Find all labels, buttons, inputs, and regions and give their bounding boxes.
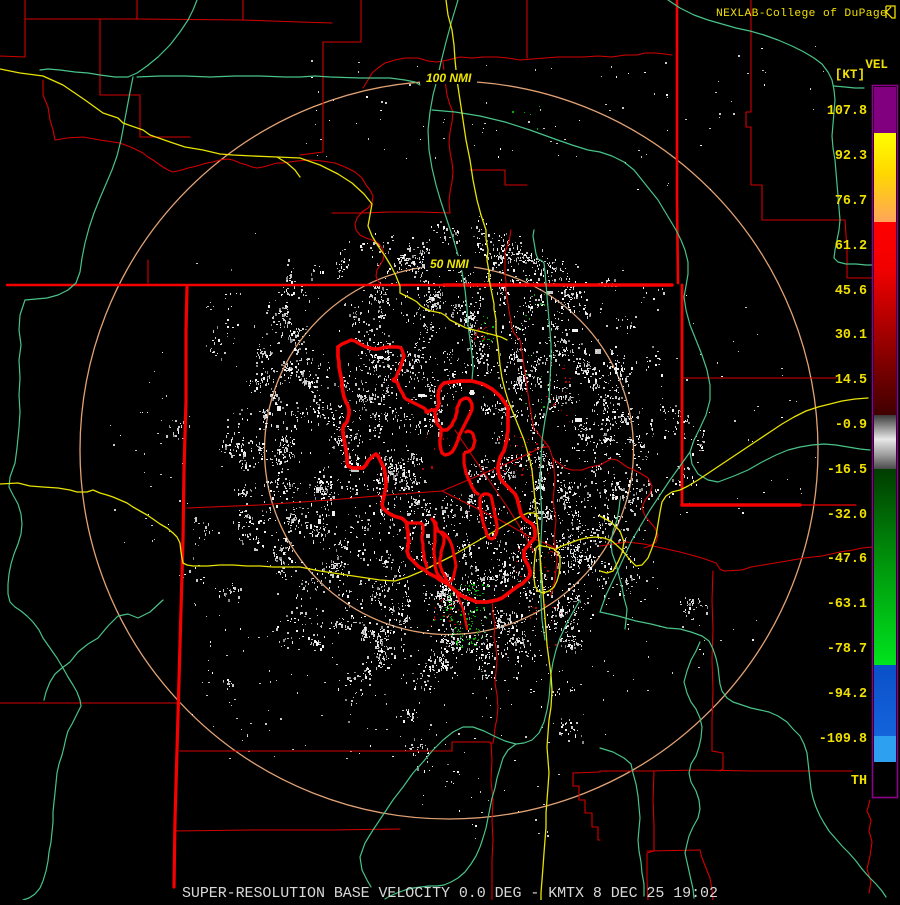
svg-text:-109.8: -109.8 xyxy=(819,732,867,747)
svg-text:-16.5: -16.5 xyxy=(827,463,867,478)
svg-text:-63.1: -63.1 xyxy=(827,597,867,612)
svg-text:-47.6: -47.6 xyxy=(827,552,867,567)
svg-text:SUPER-RESOLUTION BASE VELOCITY: SUPER-RESOLUTION BASE VELOCITY 0.0 DEG -… xyxy=(182,885,718,900)
svg-text:45.6: 45.6 xyxy=(835,284,867,299)
svg-text:14.5: 14.5 xyxy=(835,373,867,388)
svg-text:[KT]: [KT] xyxy=(835,68,865,82)
svg-text:VEL: VEL xyxy=(865,58,888,72)
svg-text:50 NMI: 50 NMI xyxy=(430,257,469,271)
svg-text:-0.9: -0.9 xyxy=(835,418,867,433)
svg-text:NEXLAB-College of DuPage: NEXLAB-College of DuPage xyxy=(716,8,887,20)
svg-text:76.7: 76.7 xyxy=(835,194,867,209)
svg-text:61.2: 61.2 xyxy=(835,239,867,254)
svg-text:-94.2: -94.2 xyxy=(827,687,867,702)
svg-text:107.8: 107.8 xyxy=(827,104,867,119)
svg-text:30.1: 30.1 xyxy=(835,328,867,343)
svg-text:100 NMI: 100 NMI xyxy=(426,71,472,85)
svg-text:92.3: 92.3 xyxy=(835,149,867,164)
svg-text:TH: TH xyxy=(851,774,867,789)
svg-text:-78.7: -78.7 xyxy=(827,642,867,657)
svg-text:-32.0: -32.0 xyxy=(827,508,867,523)
